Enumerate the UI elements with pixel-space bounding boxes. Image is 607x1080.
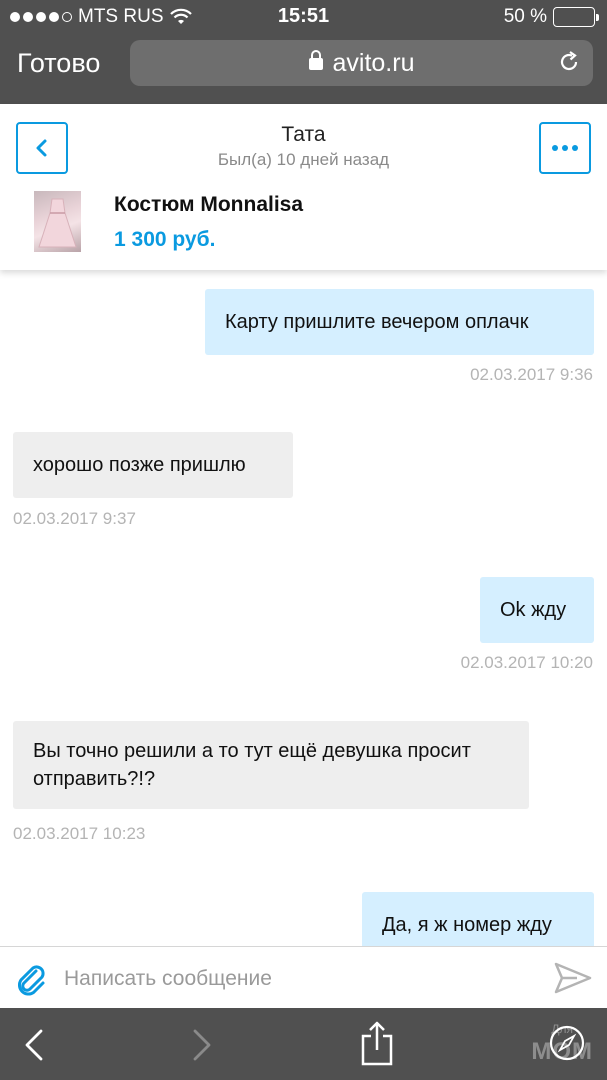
url-text: avito.ru [332,49,415,77]
message-timestamp: 02.03.2017 9:36 [470,365,593,384]
product-thumbnail[interactable] [34,191,81,252]
product-price: 1 300 руб. [114,228,216,251]
contact-status: Был(а) 10 дней назад [217,150,390,169]
compass-icon[interactable] [548,1024,586,1062]
message-timestamp: 02.03.2017 10:20 [460,653,593,672]
done-button[interactable]: Готово [17,48,100,79]
message-bubble-incoming: Вы точно решили а то тут ещё девушка про… [13,721,529,809]
browser-toolbar: Для МОМ [0,1008,607,1080]
battery-icon [553,7,599,27]
message-bubble-outgoing: Ok жду [480,577,594,643]
status-bar: MTS RUS 15:51 50 % [0,0,607,34]
address-bar[interactable]: avito.ru [130,40,593,86]
more-dots-icon [552,145,558,151]
message-composer [0,946,607,1008]
message-bubble-incoming: хорошо позже пришлю [13,432,293,498]
paperclip-icon[interactable] [14,962,48,996]
forward-arrow-icon[interactable] [190,1028,214,1062]
back-arrow-icon[interactable] [22,1028,46,1062]
message-timestamp: 02.03.2017 10:23 [13,824,146,843]
reload-icon[interactable] [557,50,581,74]
status-right: 50 % [503,6,599,28]
battery-percent: 50 % [503,6,547,27]
contact-name: Тата [281,123,326,146]
message-timestamp: 02.03.2017 9:37 [13,509,136,528]
share-icon[interactable] [360,1020,394,1066]
product-title[interactable]: Костюм Monnalisa [114,193,303,217]
send-icon[interactable] [553,961,593,995]
message-input[interactable] [64,964,534,994]
browser-chrome: MTS RUS 15:51 50 % Готово avito.ru [0,0,607,104]
message-bubble-outgoing: Карту пришлите вечером оплачк [205,289,594,355]
more-options-button[interactable] [539,122,591,174]
chat-header: Тата Был(а) 10 дней назад Костюм Monnali… [0,104,607,270]
message-bubble-outgoing: Да, я ж номер жду [362,892,594,946]
lock-icon [308,50,323,70]
message-list[interactable]: Карту пришлите вечером оплачк 02.03.2017… [0,270,607,946]
